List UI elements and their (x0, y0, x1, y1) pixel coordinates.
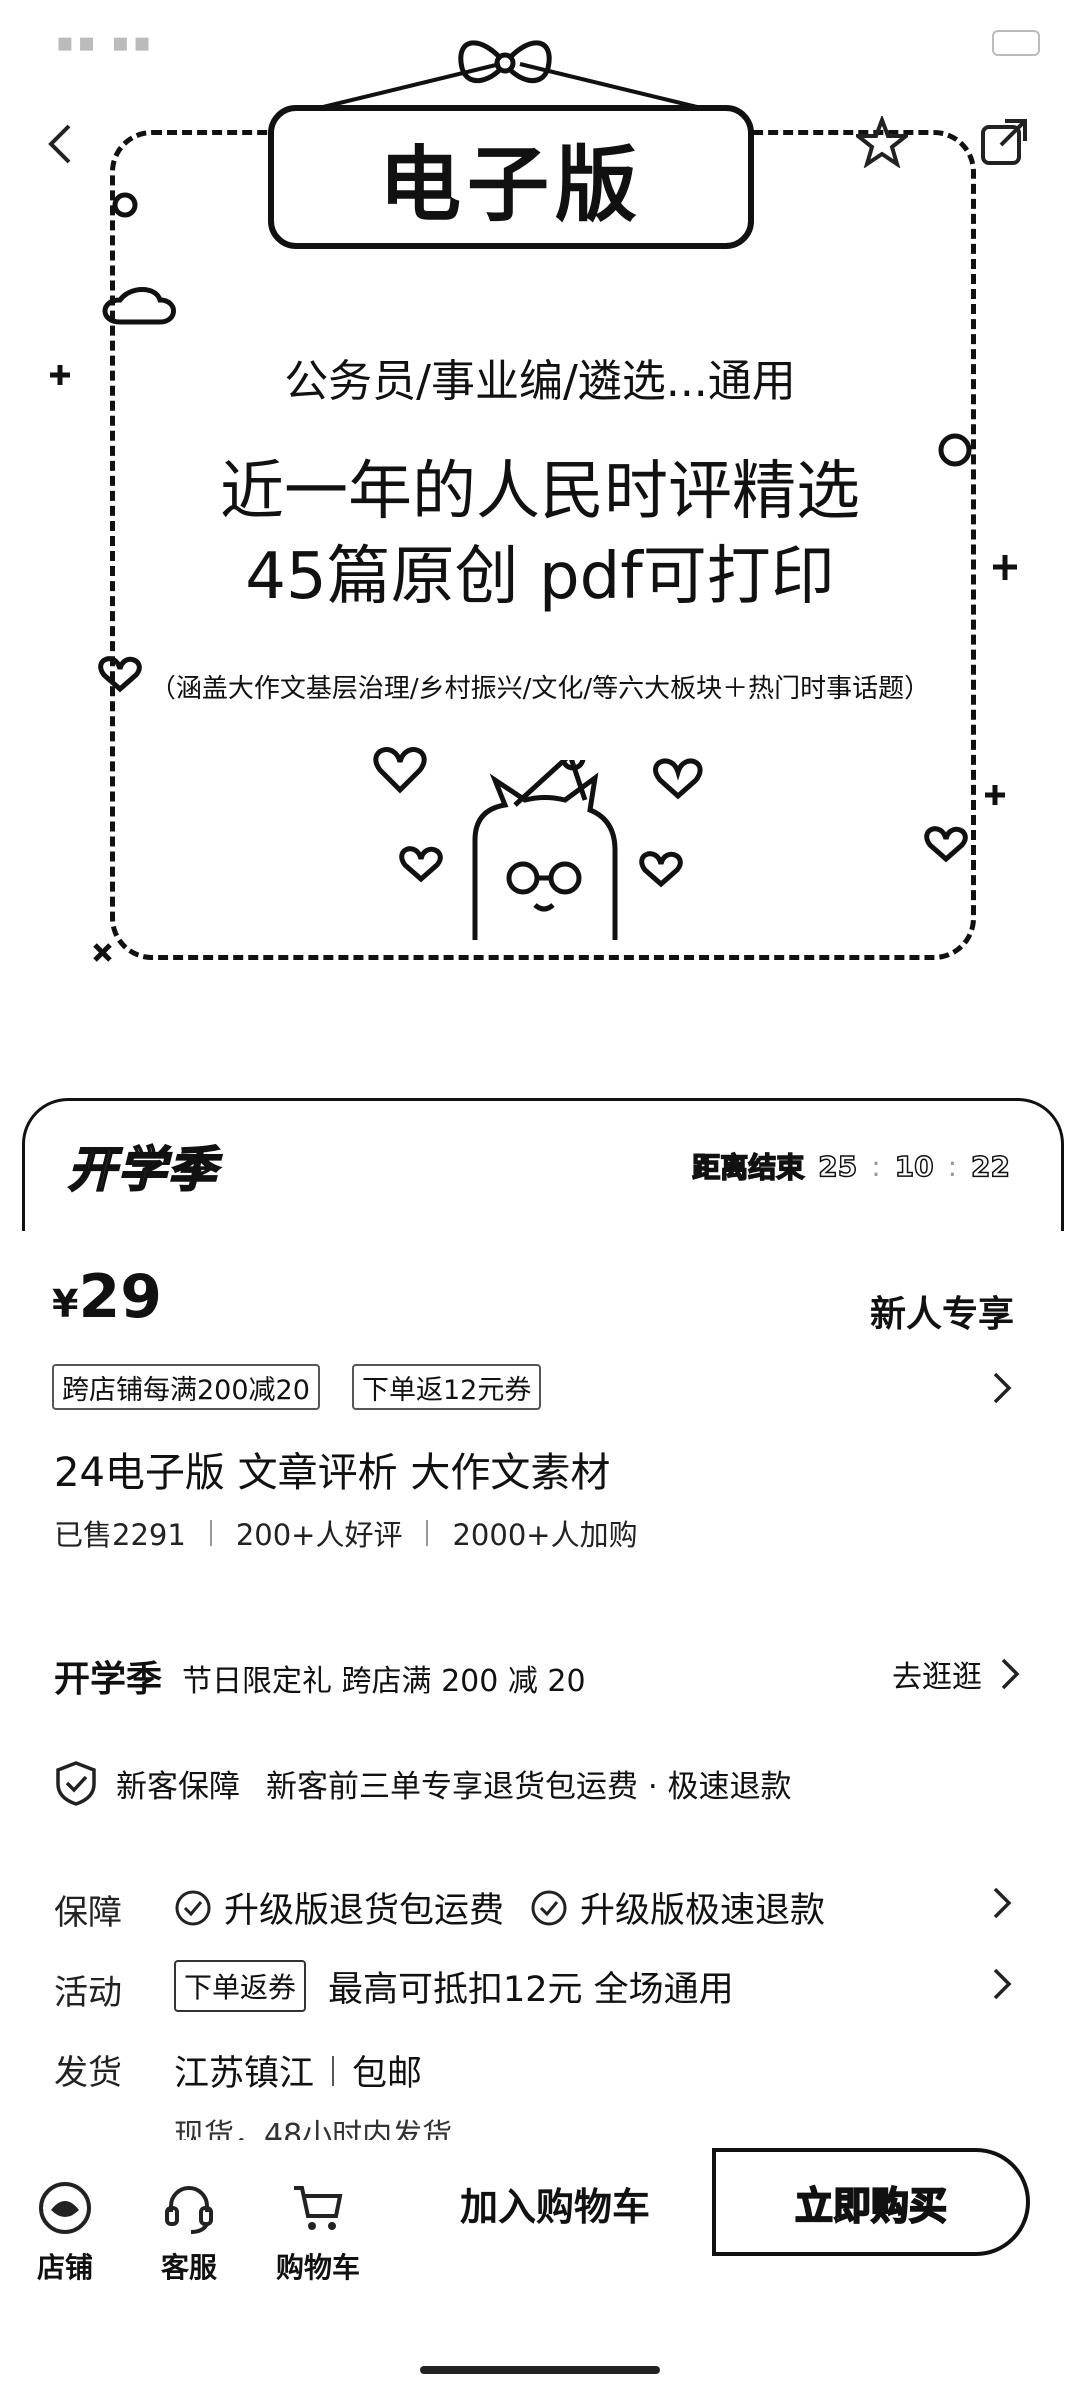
divider (209, 1520, 212, 1546)
back-button[interactable] (28, 112, 92, 176)
festival-link-label: 去逛逛 (892, 1660, 982, 1695)
shipping-label: 发货 (54, 2053, 122, 2093)
shop-button[interactable]: 店铺 (24, 2180, 106, 2286)
divider (332, 2055, 335, 2086)
price-value: 29 (78, 1262, 162, 1332)
countdown-label: 距离结束 (691, 1150, 805, 1185)
price: ¥29 (52, 1262, 162, 1332)
check-circle-icon (175, 1890, 211, 1925)
shipping-sub: 现货，48小时内发货 (174, 2118, 453, 2140)
cat-icon (472, 760, 618, 940)
activity-more-button[interactable] (984, 1966, 1020, 2002)
service-item: 升级版极速退款 (580, 1891, 826, 1931)
back-icon (48, 124, 71, 164)
share-icon (981, 119, 1027, 165)
shipping-info: 江苏镇江 包邮 (174, 2045, 422, 2096)
store-icon (39, 2182, 91, 2234)
coupon-tag[interactable]: 下单返12元券 (352, 1364, 542, 1410)
festival-row[interactable]: 开学季 节日限定礼 跨店满 200 减 20 (54, 1650, 586, 1702)
hero-banner: 电子版 公务员/事业编/遴选...通用 近一年的人民时评精选 45篇原创 pdf… (0, 0, 1080, 1030)
service-more-button[interactable] (984, 1885, 1020, 1921)
product-stats: 已售2291 200+人好评 2000+人加购 (54, 1512, 638, 1554)
cart-count: 2000+人加购 (452, 1518, 638, 1552)
activity-desc: 最高可抵扣12元 全场通用 (328, 1969, 734, 2010)
countdown-separator: : (871, 1149, 881, 1183)
countdown-hours: 25 (817, 1149, 858, 1184)
countdown: 距离结束 25 : 10 : 22 (691, 1146, 1010, 1186)
cart-button[interactable]: 购物车 (268, 2180, 368, 2286)
star-icon (856, 116, 908, 168)
promo-label: 开学季 (67, 1141, 219, 1199)
cart-label: 购物车 (275, 2251, 360, 2284)
countdown-minutes: 10 (894, 1149, 934, 1184)
festival-desc: 节日限定礼 跨店满 200 减 20 (182, 1664, 586, 1699)
headset-icon (165, 2186, 213, 2234)
service-label: 客服 (160, 2251, 217, 2284)
service-label: 保障 (54, 1893, 122, 1933)
guarantee-title: 新客保障 (116, 1768, 240, 1805)
currency-symbol: ¥ (52, 1282, 79, 1326)
share-button[interactable] (972, 110, 1036, 174)
shop-label: 店铺 (36, 2251, 93, 2284)
shield-check-icon (56, 1761, 96, 1806)
service-item: 升级版退货包运费 (224, 1891, 505, 1931)
activity-label: 活动 (54, 1973, 122, 2013)
chevron-right-icon (993, 1372, 1012, 1404)
shipping-fee: 包邮 (352, 2054, 423, 2094)
countdown-seconds: 22 (970, 1149, 1010, 1184)
add-to-cart-button[interactable]: 加入购物车 (400, 2148, 710, 2258)
festival-link[interactable]: 去逛逛 (892, 1652, 1020, 1696)
coupon-tag[interactable]: 跨店铺每满200减20 (52, 1364, 320, 1410)
new-user-label: 新人专享 (869, 1294, 1014, 1335)
chevron-right-icon (1001, 1658, 1020, 1690)
chevron-right-icon (993, 1887, 1012, 1919)
countdown-separator: : (947, 1149, 958, 1183)
activity-row[interactable]: 下单返券 最高可抵扣12元 全场通用 (174, 1960, 734, 2012)
divider (426, 1520, 429, 1546)
chevron-right-icon (993, 1968, 1012, 2000)
festival-title: 开学季 (54, 1659, 163, 1700)
coupon-more-button[interactable] (984, 1370, 1020, 1406)
service-items[interactable]: 升级版退货包运费 升级版极速退款 (174, 1882, 825, 1933)
activity-tag: 下单返券 (174, 1960, 307, 2012)
review-count: 200+人好评 (235, 1518, 403, 1552)
product-title: 24电子版 文章评析 大作文素材 (54, 1450, 611, 1496)
guarantee-row[interactable]: 新客保障 新客前三单专享退货包运费 · 极速退款 (54, 1760, 792, 1806)
guarantee-desc: 新客前三单专享退货包运费 · 极速退款 (266, 1768, 792, 1805)
check-circle-icon (531, 1890, 567, 1925)
shipping-origin: 江苏镇江 (174, 2054, 315, 2094)
home-indicator[interactable] (420, 2366, 660, 2374)
buy-now-button[interactable]: 立即购买 (712, 2148, 1030, 2256)
sold-count: 已售2291 (54, 1518, 186, 1552)
favorite-button[interactable] (850, 110, 914, 174)
customer-service-button[interactable]: 客服 (148, 2180, 230, 2286)
cart-icon (294, 2186, 343, 2230)
